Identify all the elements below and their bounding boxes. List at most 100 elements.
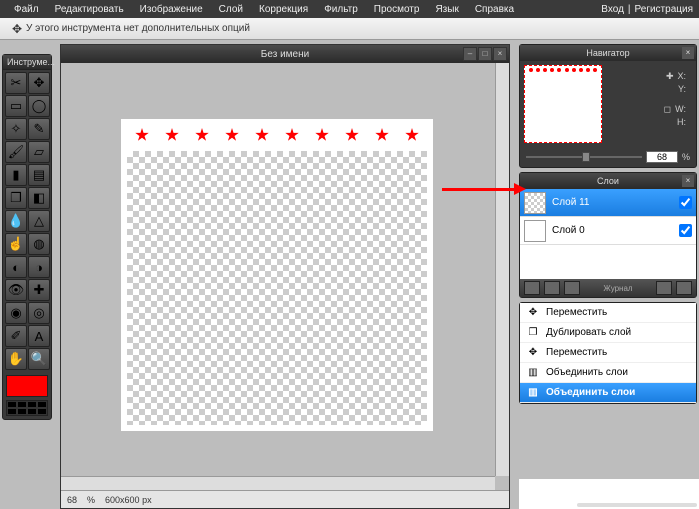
menu-adjust[interactable]: Коррекция <box>251 2 316 17</box>
layer-mask-button[interactable] <box>544 281 560 295</box>
new-layer-button[interactable] <box>524 281 540 295</box>
foreground-color-swatch[interactable] <box>6 375 48 397</box>
size-icon: ◻ <box>664 104 671 115</box>
menu-layer[interactable]: Слой <box>211 2 251 17</box>
tool-pinch[interactable]: ◎ <box>28 302 50 324</box>
minimize-button[interactable]: – <box>463 47 477 61</box>
document-window: Без имени – □ × 68 % 600x600 px <box>60 44 510 509</box>
tool-blur[interactable]: 💧 <box>5 210 27 232</box>
layers-close-icon[interactable]: × <box>682 175 694 187</box>
canvas-viewport[interactable] <box>61 63 495 476</box>
layers-footer: Журнал <box>520 279 696 297</box>
transparency-checker <box>127 151 427 425</box>
context-menu-item[interactable]: ▥ Объединить слои <box>520 383 696 403</box>
tool-gradient[interactable]: ▤ <box>28 164 50 186</box>
navigator-close-icon[interactable]: × <box>682 47 694 59</box>
context-item-icon: ▥ <box>526 367 540 378</box>
context-item-label: Объединить слои <box>546 387 635 398</box>
navigator-panel: Навигатор× ✚X: Y: ◻W: H: % <box>519 44 697 168</box>
layer-visibility-checkbox[interactable] <box>679 224 692 237</box>
context-menu-panel: ✥ Переместить ❐Дублировать слой ✥ Переместит… <box>519 302 697 404</box>
layers-panel: Слои × Слой 11 Слой 0 Журнал <box>519 172 697 298</box>
context-item-icon: ✥ <box>526 347 540 358</box>
tool-marquee[interactable]: ▭ <box>5 95 27 117</box>
tool-smudge[interactable]: ☝ <box>5 233 27 255</box>
close-button[interactable]: × <box>493 47 507 61</box>
tool-brush[interactable]: 🖌 <box>5 141 27 163</box>
menu-edit[interactable]: Редактировать <box>47 2 132 17</box>
tool-colorReplace[interactable]: ◧ <box>28 187 50 209</box>
canvas[interactable] <box>121 119 433 431</box>
context-menu-item[interactable]: ✥ Переместить <box>520 343 696 363</box>
history-tab-label[interactable]: Журнал <box>584 284 652 293</box>
menu-help[interactable]: Справка <box>467 2 522 17</box>
auth-sep: | <box>624 4 635 15</box>
context-item-icon: ▥ <box>526 387 540 398</box>
tool-bloat[interactable]: ◉ <box>5 302 27 324</box>
menu-view[interactable]: Просмотр <box>366 2 428 17</box>
zoom-input[interactable] <box>646 151 678 163</box>
tool-dodge[interactable]: ◐ <box>5 256 27 278</box>
zoom-slider[interactable] <box>526 156 642 158</box>
tool-crop[interactable]: ✂ <box>5 72 27 94</box>
canvas-dimensions: 600x600 px <box>105 495 152 505</box>
vertical-scrollbar[interactable] <box>495 63 509 476</box>
tool-burn[interactable]: ◑ <box>28 256 50 278</box>
document-title: Без имени <box>261 49 309 60</box>
tool-pencil[interactable]: ✎ <box>28 118 50 140</box>
maximize-button[interactable]: □ <box>478 47 492 61</box>
tool-sponge[interactable]: ◍ <box>28 233 50 255</box>
layer-options-button[interactable] <box>656 281 672 295</box>
layer-thumbnail <box>524 220 546 242</box>
register-link[interactable]: Регистрация <box>635 4 693 15</box>
context-item-label: Переместить <box>546 347 607 358</box>
layer-content-stars <box>127 125 427 145</box>
tool-redeye[interactable]: 👁 <box>5 279 27 301</box>
context-menu-item[interactable]: ▥ Объединить слои <box>520 363 696 383</box>
layers-title: Слои <box>597 176 619 186</box>
layer-visibility-checkbox[interactable] <box>679 196 692 209</box>
tool-lasso[interactable]: ◯ <box>28 95 50 117</box>
context-menu-item[interactable]: ✥ Переместить <box>520 303 696 323</box>
navigator-thumbnail[interactable] <box>524 65 602 143</box>
context-item-label: Объединить слои <box>546 367 628 378</box>
menu-filter[interactable]: Фильтр <box>316 2 366 17</box>
menu-file[interactable]: Файл <box>6 2 47 17</box>
menu-image[interactable]: Изображение <box>132 2 211 17</box>
tool-zoom[interactable]: 🔍 <box>28 348 50 370</box>
login-link[interactable]: Вход <box>601 4 624 15</box>
context-item-label: Переместить <box>546 307 607 318</box>
color-swatches[interactable] <box>6 400 48 416</box>
context-menu-item[interactable]: ❐Дублировать слой <box>520 323 696 343</box>
toolbox-panel: Инструме... ✂✥▭◯✧✎🖌▱▮▤❐◧💧△☝◍◐◑👁✚◉◎✐A✋🔍 <box>2 54 52 420</box>
document-titlebar[interactable]: Без имени – □ × <box>61 45 509 63</box>
menubar: Файл Редактировать Изображение Слой Корр… <box>0 0 699 18</box>
toolbox-title: Инструме... <box>3 55 51 70</box>
tool-sharpen[interactable]: △ <box>28 210 50 232</box>
layer-row[interactable]: Слой 0 <box>520 217 696 245</box>
layer-name: Слой 0 <box>552 225 585 236</box>
tool-type[interactable]: A <box>28 325 50 347</box>
tool-move[interactable]: ✥ <box>28 72 50 94</box>
tool-bucket[interactable]: ▮ <box>5 164 27 186</box>
horizontal-scrollbar[interactable] <box>61 476 495 490</box>
trash-button[interactable] <box>676 281 692 295</box>
navigator-title: Навигатор <box>586 48 629 58</box>
page-corner-decoration <box>519 479 699 509</box>
tool-wand[interactable]: ✧ <box>5 118 27 140</box>
tool-clone[interactable]: ❐ <box>5 187 27 209</box>
annotation-arrow <box>442 188 522 191</box>
menu-lang[interactable]: Язык <box>427 2 466 17</box>
context-item-icon: ✥ <box>526 307 540 318</box>
tool-eraser[interactable]: ▱ <box>28 141 50 163</box>
options-bar: ✥ У этого инструмента нет дополнительных… <box>0 18 699 40</box>
tool-picker[interactable]: ✐ <box>5 325 27 347</box>
zoom-unit: % <box>87 495 95 505</box>
cross-icon: ✚ <box>666 71 674 82</box>
tool-spotheal[interactable]: ✚ <box>28 279 50 301</box>
tool-hand[interactable]: ✋ <box>5 348 27 370</box>
move-tool-icon: ✥ <box>8 22 26 36</box>
delete-layer-button[interactable] <box>564 281 580 295</box>
context-item-icon: ❐ <box>526 327 540 338</box>
layer-row[interactable]: Слой 11 <box>520 189 696 217</box>
